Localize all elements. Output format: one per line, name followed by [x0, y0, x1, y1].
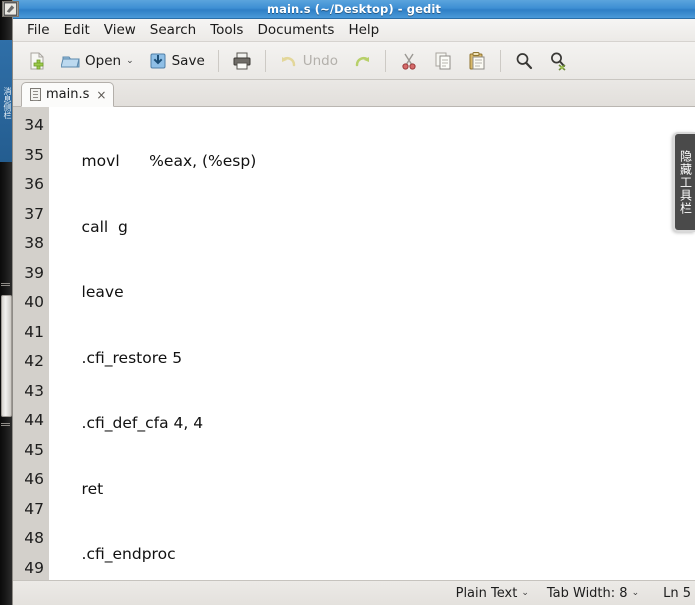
menu-file[interactable]: File	[20, 20, 57, 40]
save-label: Save	[171, 52, 205, 69]
paste-icon	[467, 51, 487, 71]
text-editor[interactable]: 34 35 36 37 38 39 40 41 42 43 44 45 46 4…	[13, 107, 695, 581]
redo-icon	[352, 51, 372, 71]
toolbar: Open ⌄ Save Undo	[13, 42, 695, 80]
screen: 消息侧栏 main.s (~/Desktop) - gedit File Edi…	[0, 0, 695, 605]
background-tick-lower	[1, 423, 10, 427]
toolbar-separator-1	[217, 49, 219, 72]
line-number-gutter: 34 35 36 37 38 39 40 41 42 43 44 45 46 4…	[13, 107, 49, 580]
toolbar-separator-3	[385, 49, 387, 72]
cut-button[interactable]	[393, 46, 425, 76]
code-line: leave	[52, 283, 124, 301]
document-tab-main-s[interactable]: main.s ×	[21, 82, 115, 107]
window-title: main.s (~/Desktop) - gedit	[267, 2, 441, 16]
code-line: ret	[52, 479, 104, 498]
document-tab-label: main.s	[46, 87, 90, 102]
background-side-tab[interactable]: 消息侧栏	[0, 40, 12, 162]
background-tick-upper	[1, 283, 10, 287]
code-line: .cfi_def_cfa 4, 4	[52, 414, 204, 432]
line-number: 41	[24, 322, 44, 341]
close-icon[interactable]: ×	[94, 88, 106, 102]
document-tab-strip: main.s ×	[13, 80, 695, 107]
line-number: 48	[24, 529, 44, 547]
hide-toolbar-tab[interactable]: 隐藏工具栏	[673, 132, 695, 232]
paste-button[interactable]	[461, 46, 493, 76]
code-line: .cfi_endproc	[52, 545, 176, 563]
gedit-app-icon[interactable]	[2, 1, 19, 17]
line-number: 35	[24, 145, 44, 164]
copy-icon	[433, 51, 453, 71]
document-icon	[30, 88, 41, 101]
line-number: 34	[24, 116, 44, 134]
chevron-down-icon[interactable]: ⌄	[521, 588, 529, 598]
menu-tools[interactable]: Tools	[203, 20, 250, 40]
line-number: 38	[24, 234, 44, 252]
copy-button[interactable]	[427, 46, 459, 76]
language-label: Plain Text	[455, 585, 518, 601]
new-document-icon	[27, 51, 47, 71]
title-bar: main.s (~/Desktop) - gedit	[2, 0, 695, 19]
code-line: movl %eax, (%esp)	[52, 152, 257, 170]
line-number: 45	[24, 440, 44, 459]
tab-width-selector[interactable]: Tab Width: 8 ⌄	[547, 586, 639, 601]
cursor-position: Ln 5	[663, 585, 691, 601]
replace-button[interactable]	[542, 46, 574, 76]
new-document-button[interactable]	[21, 46, 53, 76]
line-number: 42	[24, 352, 44, 370]
search-icon	[514, 51, 534, 71]
print-button[interactable]	[226, 46, 258, 76]
line-number: 37	[24, 204, 44, 223]
redo-button[interactable]	[346, 46, 378, 76]
line-number: 43	[24, 381, 44, 400]
tab-width-label: Tab Width: 8	[546, 585, 628, 601]
scissors-icon	[399, 51, 419, 71]
toolbar-separator-4	[500, 49, 502, 72]
menu-documents[interactable]: Documents	[250, 20, 341, 40]
open-label: Open	[85, 52, 122, 69]
save-icon	[148, 51, 168, 71]
menu-edit[interactable]: Edit	[57, 20, 97, 40]
menu-view[interactable]: View	[97, 20, 143, 40]
toolbar-separator-2	[264, 49, 266, 72]
line-number: 47	[24, 499, 44, 518]
code-line: .cfi_restore 5	[52, 348, 183, 367]
language-selector[interactable]: Plain Text ⌄	[456, 586, 529, 601]
menu-search[interactable]: Search	[143, 20, 203, 40]
line-number: 36	[24, 175, 44, 193]
background-scrollbar[interactable]	[1, 295, 12, 417]
status-bar: Plain Text ⌄ Tab Width: 8 ⌄ Ln 5	[13, 581, 695, 605]
undo-label: Undo	[302, 52, 339, 69]
gedit-window: main.s (~/Desktop) - gedit File Edit Vie…	[2, 0, 695, 605]
undo-button[interactable]: Undo	[273, 46, 344, 76]
folder-open-icon	[61, 51, 81, 71]
line-number: 39	[24, 263, 44, 282]
printer-icon	[232, 51, 252, 71]
line-number: 44	[24, 411, 44, 429]
line-number: 40	[24, 293, 44, 311]
code-content[interactable]: movl %eax, (%esp) call g leave .cfi_rest…	[49, 107, 695, 580]
chevron-down-icon[interactable]: ⌄	[632, 588, 640, 598]
find-button[interactable]	[508, 46, 540, 76]
code-line: call g	[52, 217, 128, 236]
line-number: 49	[24, 558, 44, 577]
menu-help[interactable]: Help	[341, 20, 386, 40]
search-replace-icon	[548, 51, 568, 71]
undo-icon	[279, 51, 299, 71]
line-number: 46	[24, 470, 44, 488]
save-button[interactable]: Save	[142, 46, 211, 76]
chevron-down-icon[interactable]: ⌄	[125, 56, 134, 66]
open-button[interactable]: Open ⌄	[55, 46, 140, 76]
menu-bar: File Edit View Search Tools Documents He…	[13, 19, 695, 42]
